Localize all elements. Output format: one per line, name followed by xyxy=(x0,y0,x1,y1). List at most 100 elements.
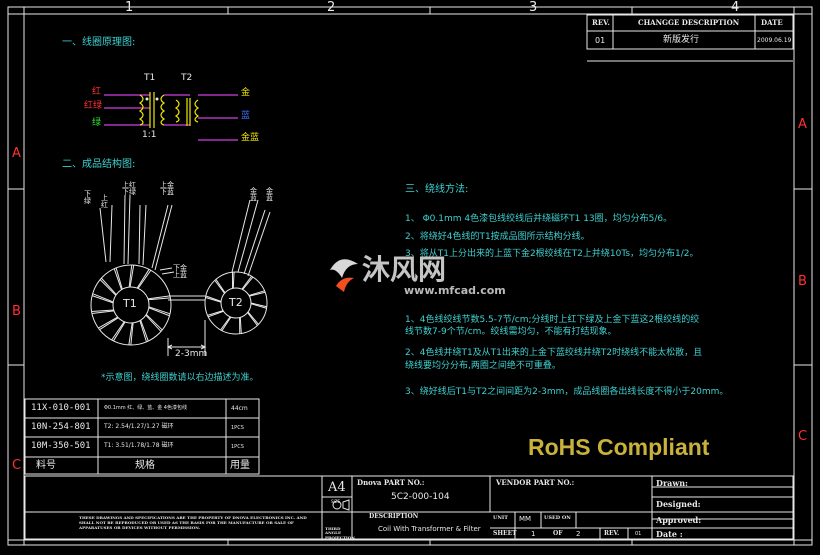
winding-stroke xyxy=(115,267,123,290)
watermark-url: www.mfcad.com xyxy=(404,284,506,297)
lead-label-5: 金蓝 xyxy=(250,187,257,202)
bom-header-pn: 料号 xyxy=(36,460,56,471)
grid-row-b-right: B xyxy=(798,274,807,289)
bom-header-qty: 用量 xyxy=(230,460,250,471)
bom-row-1-qty: 44cm xyxy=(231,405,248,412)
step-2: 2、将绕好4色线的T1按成品图所示结构分线。 xyxy=(405,232,590,242)
grid-row-a-left: A xyxy=(12,146,21,161)
structure-t2: T2 xyxy=(229,296,243,309)
rev-value: 01 xyxy=(635,531,642,537)
coil-schematic xyxy=(104,92,238,141)
watermark-brand: 沐风网 xyxy=(362,253,447,286)
watermark-logo xyxy=(330,259,358,292)
sheet-size: A4 xyxy=(328,480,346,495)
unit-label: UNIT xyxy=(493,515,508,521)
section2-title: 二、成品结构图: xyxy=(62,159,136,170)
schematic-ratio: 1:1 xyxy=(142,130,157,140)
note-1a: 1、4色线绞线节数5.5-7节/cm;分线时上红下绿及上金下蓝这2根绞线的绞 xyxy=(405,315,700,325)
winding-stroke xyxy=(232,272,235,289)
grid-col-1: 1 xyxy=(125,0,134,15)
winding-stroke xyxy=(145,314,162,332)
winding-stroke xyxy=(99,317,119,331)
sheet-total: 2 xyxy=(576,530,581,538)
schematic-lead-redgreen: 红绿 xyxy=(84,101,103,111)
winding-stroke xyxy=(98,316,118,329)
part-no-label: Dnova PART NO.: xyxy=(357,478,425,487)
winding-stroke xyxy=(221,316,232,331)
winding-stroke xyxy=(139,320,147,343)
grid-row-c-left: C xyxy=(12,458,22,473)
bom-row-3-pn: 10M-350-501 xyxy=(31,441,91,451)
winding-stroke xyxy=(148,307,170,317)
grid-row-b-left: B xyxy=(12,304,21,319)
winding-stroke xyxy=(148,306,171,315)
winding-stroke xyxy=(91,295,114,304)
winding-stroke xyxy=(215,279,226,294)
step-3: 3、将从T1上分出来的上蓝下金2根绞线在T2上并绕10Ts，均匀分布1/2。 xyxy=(405,249,699,259)
grid-col-2: 2 xyxy=(327,0,336,15)
sheet-label: SHEET xyxy=(493,530,517,537)
winding-stroke xyxy=(214,280,225,294)
winding-stroke xyxy=(145,314,163,331)
rev-header-desc: CHANGGE DESCRIPTION xyxy=(638,18,740,27)
note-3: 3、绕好线后T1与T2之间间距为2-3mm，成品线圈各出线长度不得小于20mm。 xyxy=(405,387,729,397)
bom-row-2-spec: T2: 2.54/1.27/1.27 磁环 xyxy=(104,423,174,430)
lead-label-4: 上金下蓝 xyxy=(160,181,174,196)
rev-number: 01 xyxy=(595,36,606,45)
winding-stroke xyxy=(136,269,150,289)
grid-col-4: 4 xyxy=(731,0,740,15)
grid-col-3: 3 xyxy=(529,0,538,15)
winding-stroke xyxy=(137,269,152,289)
winding-stroke xyxy=(247,312,258,326)
approved-label: Approved: xyxy=(656,515,702,525)
note-1b: 线节数7-9个节/cm。绞线需均匀，不能有打结现象。 xyxy=(405,327,617,337)
sheet-number: 1 xyxy=(531,530,536,538)
schematic-lead-red: 红 xyxy=(92,87,102,97)
note-2b: 绕线要均分分布,两圈之间绝不可重叠。 xyxy=(405,361,561,371)
rohs-badge: RoHS Compliant xyxy=(528,434,710,460)
gap-dimension: 2-3mm xyxy=(175,349,208,359)
description-value: Coil With Transformer & Filter xyxy=(378,525,481,533)
rev-header-rev: REV. xyxy=(592,18,610,27)
winding-stroke xyxy=(247,311,259,325)
winding-stroke xyxy=(111,321,125,341)
lead-label-3: 上红下绿 xyxy=(122,181,136,196)
lead-label-2: 上红 xyxy=(101,194,108,209)
bom-header-spec: 规格 xyxy=(135,460,155,471)
winding-stroke xyxy=(113,321,126,342)
part-no: 5C2-000-104 xyxy=(391,492,450,502)
lead-label-6: 金蓝 xyxy=(266,187,273,202)
rev-date: 2009.06.19 xyxy=(757,37,792,44)
bom-row-1-pn: 11X-010-001 xyxy=(31,403,91,413)
designed-label: Designed: xyxy=(656,499,701,509)
winding-stroke xyxy=(99,279,117,296)
structure-note: *示意图，绕线圈数请以右边描述为准。 xyxy=(101,373,259,383)
bom-row-2-qty: 1PCS xyxy=(231,425,244,431)
bom-row-1-spec: Φ0.1mm 红、绿、蓝、金 4色漆包线 xyxy=(104,405,187,411)
lead-label-1: 下绿 xyxy=(84,190,91,205)
unit-value: MM xyxy=(519,515,532,523)
bom-row-3-spec: T1: 3.51/1.78/1.78 磁环 xyxy=(104,442,174,449)
winding-stroke xyxy=(241,275,252,290)
grid-row-a-right: A xyxy=(798,117,807,132)
rev-label: REV. xyxy=(604,530,620,537)
sheet-size-label: SIZE xyxy=(331,499,340,504)
grid-row-c-right: C xyxy=(798,429,808,444)
of-label: OF xyxy=(553,530,563,537)
winding-stroke xyxy=(239,317,242,334)
winding-stroke xyxy=(92,293,114,303)
vendor-part-label: VENDOR PART NO.: xyxy=(496,478,575,487)
bom-row-3-qty: 1PCS xyxy=(231,444,244,450)
mid-lead-label: 下金上蓝 xyxy=(173,264,187,279)
note-2a: 2、4色线并绕T1及从T1出来的上金下蓝绞线并绕T2时绕线不能太松散，且 xyxy=(405,348,703,358)
winding-stroke xyxy=(140,320,149,342)
drawn-label: Drawn: xyxy=(656,478,688,488)
section1-title: 一、线圈原理图: xyxy=(62,37,136,48)
step-1: 1、 Φ0.1mm 4色漆包线绞线后并绕磁环T1 13圈，均匀分布5/6。 xyxy=(405,214,673,224)
winding-stroke xyxy=(113,268,123,290)
schematic-lead-gold: 金 xyxy=(241,88,251,98)
third-angle-label: THIRD ANGLE PROJECTION xyxy=(325,526,355,540)
winding-stroke xyxy=(242,276,254,290)
rev-description: 新版发行 xyxy=(663,35,700,45)
rev-header-date: DATE xyxy=(761,18,783,27)
